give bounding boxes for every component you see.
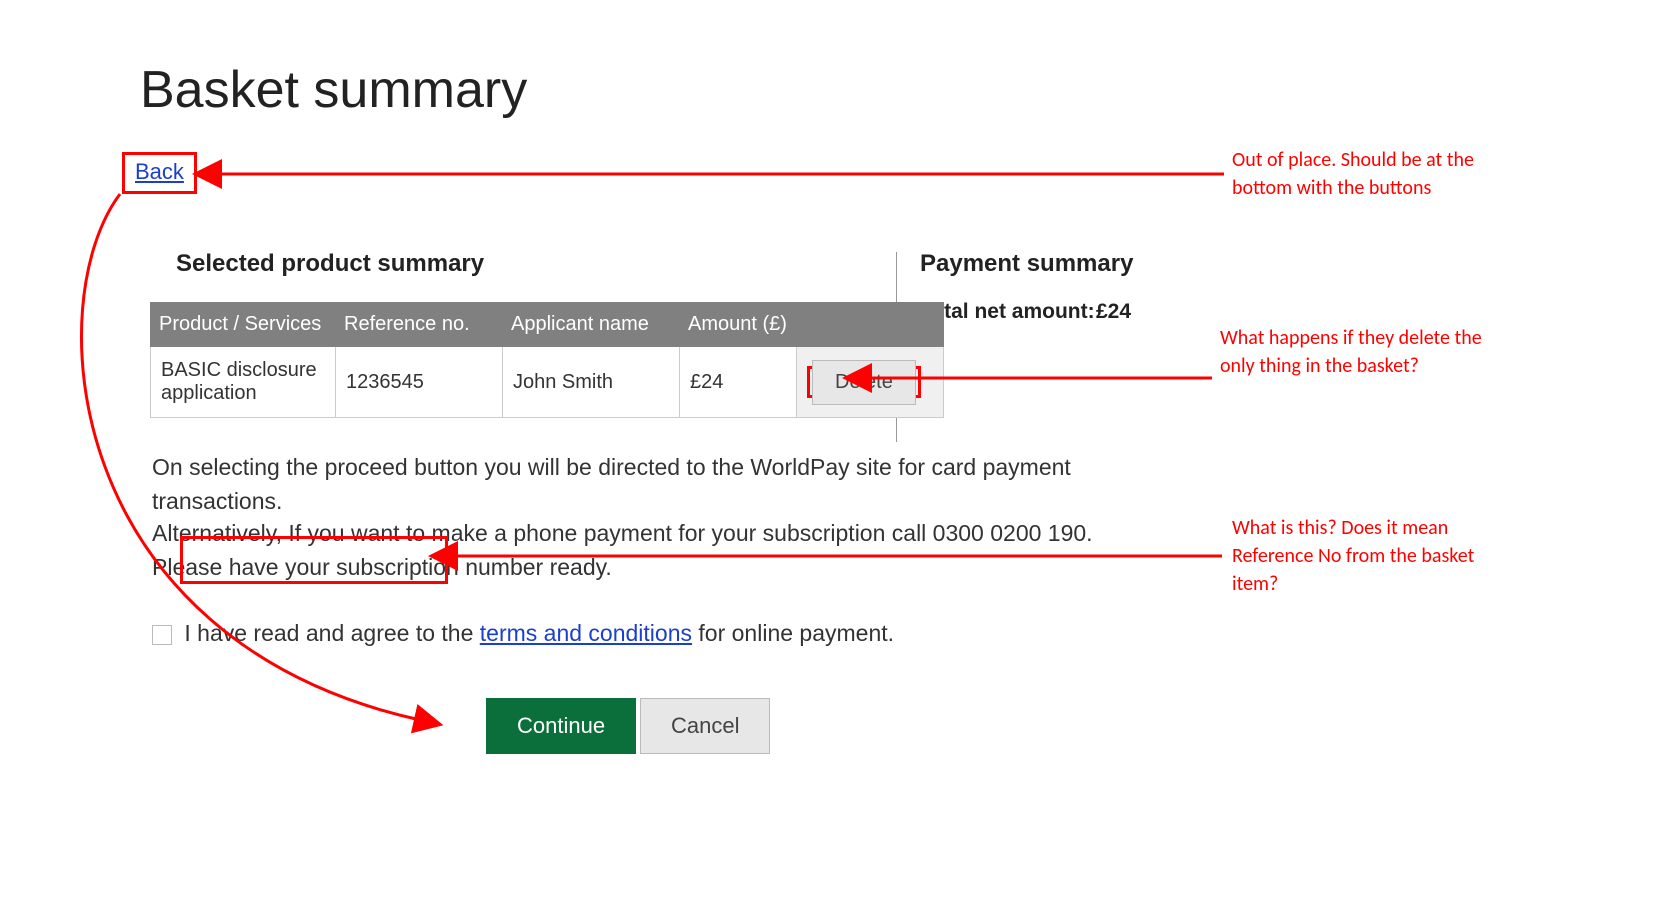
terms-suffix: for online payment. (692, 620, 894, 646)
payment-summary-heading: Payment summary (920, 250, 1133, 278)
table-header-row: Product / Services Reference no. Applica… (151, 303, 944, 347)
product-table: Product / Services Reference no. Applica… (150, 302, 944, 418)
terms-link[interactable]: terms and conditions (480, 620, 692, 646)
annotation-subscription: What is this? Does it mean Reference No … (1232, 514, 1512, 598)
page-title: Basket summary (140, 60, 527, 120)
back-highlight-box: Back (122, 152, 197, 194)
table-row: BASIC disclosure application 1236545 Joh… (151, 347, 944, 418)
total-amount: £24 (1096, 300, 1131, 324)
col-product: Product / Services (151, 303, 336, 347)
info-worldpay: On selecting the proceed button you will… (152, 450, 1162, 518)
annotation-back: Out of place. Should be at the bottom wi… (1232, 146, 1492, 202)
cell-reference: 1236545 (336, 347, 503, 418)
terms-row: I have read and agree to the terms and c… (152, 616, 1162, 650)
cell-product: BASIC disclosure application (151, 347, 336, 418)
cell-applicant: John Smith (503, 347, 680, 418)
total-label: Total net amount: (920, 300, 1095, 324)
delete-highlight-box: Delete (807, 366, 921, 398)
col-applicant: Applicant name (503, 303, 680, 347)
col-action (797, 303, 944, 347)
cell-amount: £24 (680, 347, 797, 418)
back-link[interactable]: Back (135, 159, 184, 184)
col-amount: Amount (£) (680, 303, 797, 347)
continue-button[interactable]: Continue (486, 698, 636, 754)
cancel-button[interactable]: Cancel (640, 698, 770, 754)
cell-delete: Delete (797, 347, 944, 418)
product-summary-heading: Selected product summary (176, 250, 484, 278)
annotation-delete: What happens if they delete the only thi… (1220, 324, 1500, 380)
terms-prefix: I have read and agree to the (184, 620, 479, 646)
delete-button[interactable]: Delete (812, 360, 916, 405)
terms-checkbox[interactable] (152, 625, 172, 645)
subscription-highlight-box (180, 536, 448, 584)
col-reference: Reference no. (336, 303, 503, 347)
